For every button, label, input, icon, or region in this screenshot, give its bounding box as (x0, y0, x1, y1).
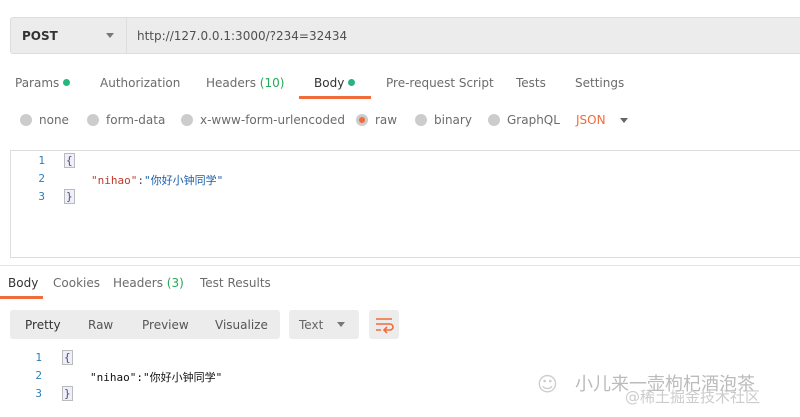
tab-label: Params (15, 76, 60, 90)
radio-label: GraphQL (507, 113, 560, 127)
chevron-down-icon (337, 322, 345, 327)
close-brace: } (62, 386, 73, 401)
response-format-select[interactable]: Text (289, 310, 359, 339)
wechat-icon: ☺ (537, 372, 558, 396)
format-label: JSON (576, 113, 606, 127)
line-number: 3 (38, 190, 45, 203)
radio-label: binary (434, 113, 472, 127)
view-preview[interactable]: Preview (142, 318, 189, 332)
radio-icon (181, 114, 193, 126)
radio-none[interactable]: none (20, 113, 69, 127)
divider (0, 265, 800, 266)
json-key: "nihao" (90, 371, 137, 384)
radio-label: x-www-form-urlencoded (200, 113, 345, 127)
status-dot (348, 79, 356, 86)
radio-binary[interactable]: binary (415, 113, 472, 127)
url-input[interactable]: http://127.0.0.1:3000/?234=32434 (127, 29, 347, 43)
tab-label: Headers (206, 76, 256, 90)
active-tab-indicator (0, 296, 43, 299)
request-body-editor[interactable]: 1 2 3 { "nihao":"你好小钟同学" } (10, 150, 800, 258)
tab-pre-request-script[interactable]: Pre-request Script (386, 76, 494, 90)
view-mode-group: Pretty Raw Preview Visualize (10, 310, 280, 339)
json-key: "nihao" (91, 174, 138, 187)
colon: : (136, 371, 143, 384)
tab-body[interactable]: Body (314, 76, 356, 90)
line-number: 2 (38, 172, 45, 185)
line-number: 2 (35, 369, 42, 382)
open-brace: { (64, 153, 75, 168)
wrap-icon (376, 318, 394, 334)
line-number: 1 (35, 351, 42, 364)
format-select[interactable]: JSON (576, 113, 628, 127)
open-brace: { (62, 350, 73, 365)
radio-icon (488, 114, 500, 126)
format-label: Text (299, 318, 324, 332)
view-raw[interactable]: Raw (88, 318, 113, 332)
tab-settings[interactable]: Settings (575, 76, 624, 90)
json-value: "你好小钟同学" (143, 174, 224, 187)
colon: : (137, 174, 144, 187)
radio-label: raw (375, 113, 398, 127)
close-brace: } (64, 189, 75, 204)
radio-label: form-data (106, 113, 166, 127)
json-value: "你好小钟同学" (142, 371, 223, 384)
watermark-source: @稀土掘金技术社区 (625, 388, 761, 406)
radio-icon (87, 114, 99, 126)
tab-authorization[interactable]: Authorization (100, 76, 180, 90)
radio-raw[interactable]: raw (356, 113, 397, 127)
response-tab-cookies[interactable]: Cookies (53, 276, 100, 290)
line-number: 3 (35, 387, 42, 400)
wrap-lines-button[interactable] (369, 310, 399, 339)
radio-icon (415, 114, 427, 126)
radio-graphql[interactable]: GraphQL (488, 113, 560, 127)
radio-icon (20, 114, 32, 126)
chevron-down-icon (106, 33, 114, 38)
tab-params[interactable]: Params (15, 76, 71, 90)
response-tab-test-results[interactable]: Test Results (200, 276, 271, 290)
method-label: POST (22, 28, 58, 43)
tab-label: Body (314, 76, 345, 90)
response-tab-body[interactable]: Body (8, 276, 38, 290)
tab-headers[interactable]: Headers (10) (206, 76, 284, 90)
tab-tests[interactable]: Tests (516, 76, 546, 90)
code-line: "nihao":"你好小钟同学" (91, 172, 223, 188)
response-tab-headers[interactable]: Headers (3) (113, 276, 184, 290)
line-number: 1 (38, 154, 45, 167)
chevron-down-icon (619, 117, 628, 123)
code-line: "nihao":"你好小钟同学" (90, 369, 222, 385)
headers-count: (3) (166, 276, 184, 290)
tab-label: Headers (113, 276, 163, 290)
active-tab-indicator (299, 96, 371, 99)
status-dot (63, 79, 71, 86)
radio-urlencoded[interactable]: x-www-form-urlencoded (181, 113, 345, 127)
view-visualize[interactable]: Visualize (215, 318, 268, 332)
radio-selected-icon (356, 114, 368, 126)
radio-label: none (39, 113, 69, 127)
headers-count: (10) (259, 76, 285, 90)
radio-form-data[interactable]: form-data (87, 113, 165, 127)
view-pretty[interactable]: Pretty (25, 318, 61, 332)
url-bar: POST http://127.0.0.1:3000/?234=32434 (10, 17, 800, 54)
method-select[interactable]: POST (11, 18, 127, 53)
